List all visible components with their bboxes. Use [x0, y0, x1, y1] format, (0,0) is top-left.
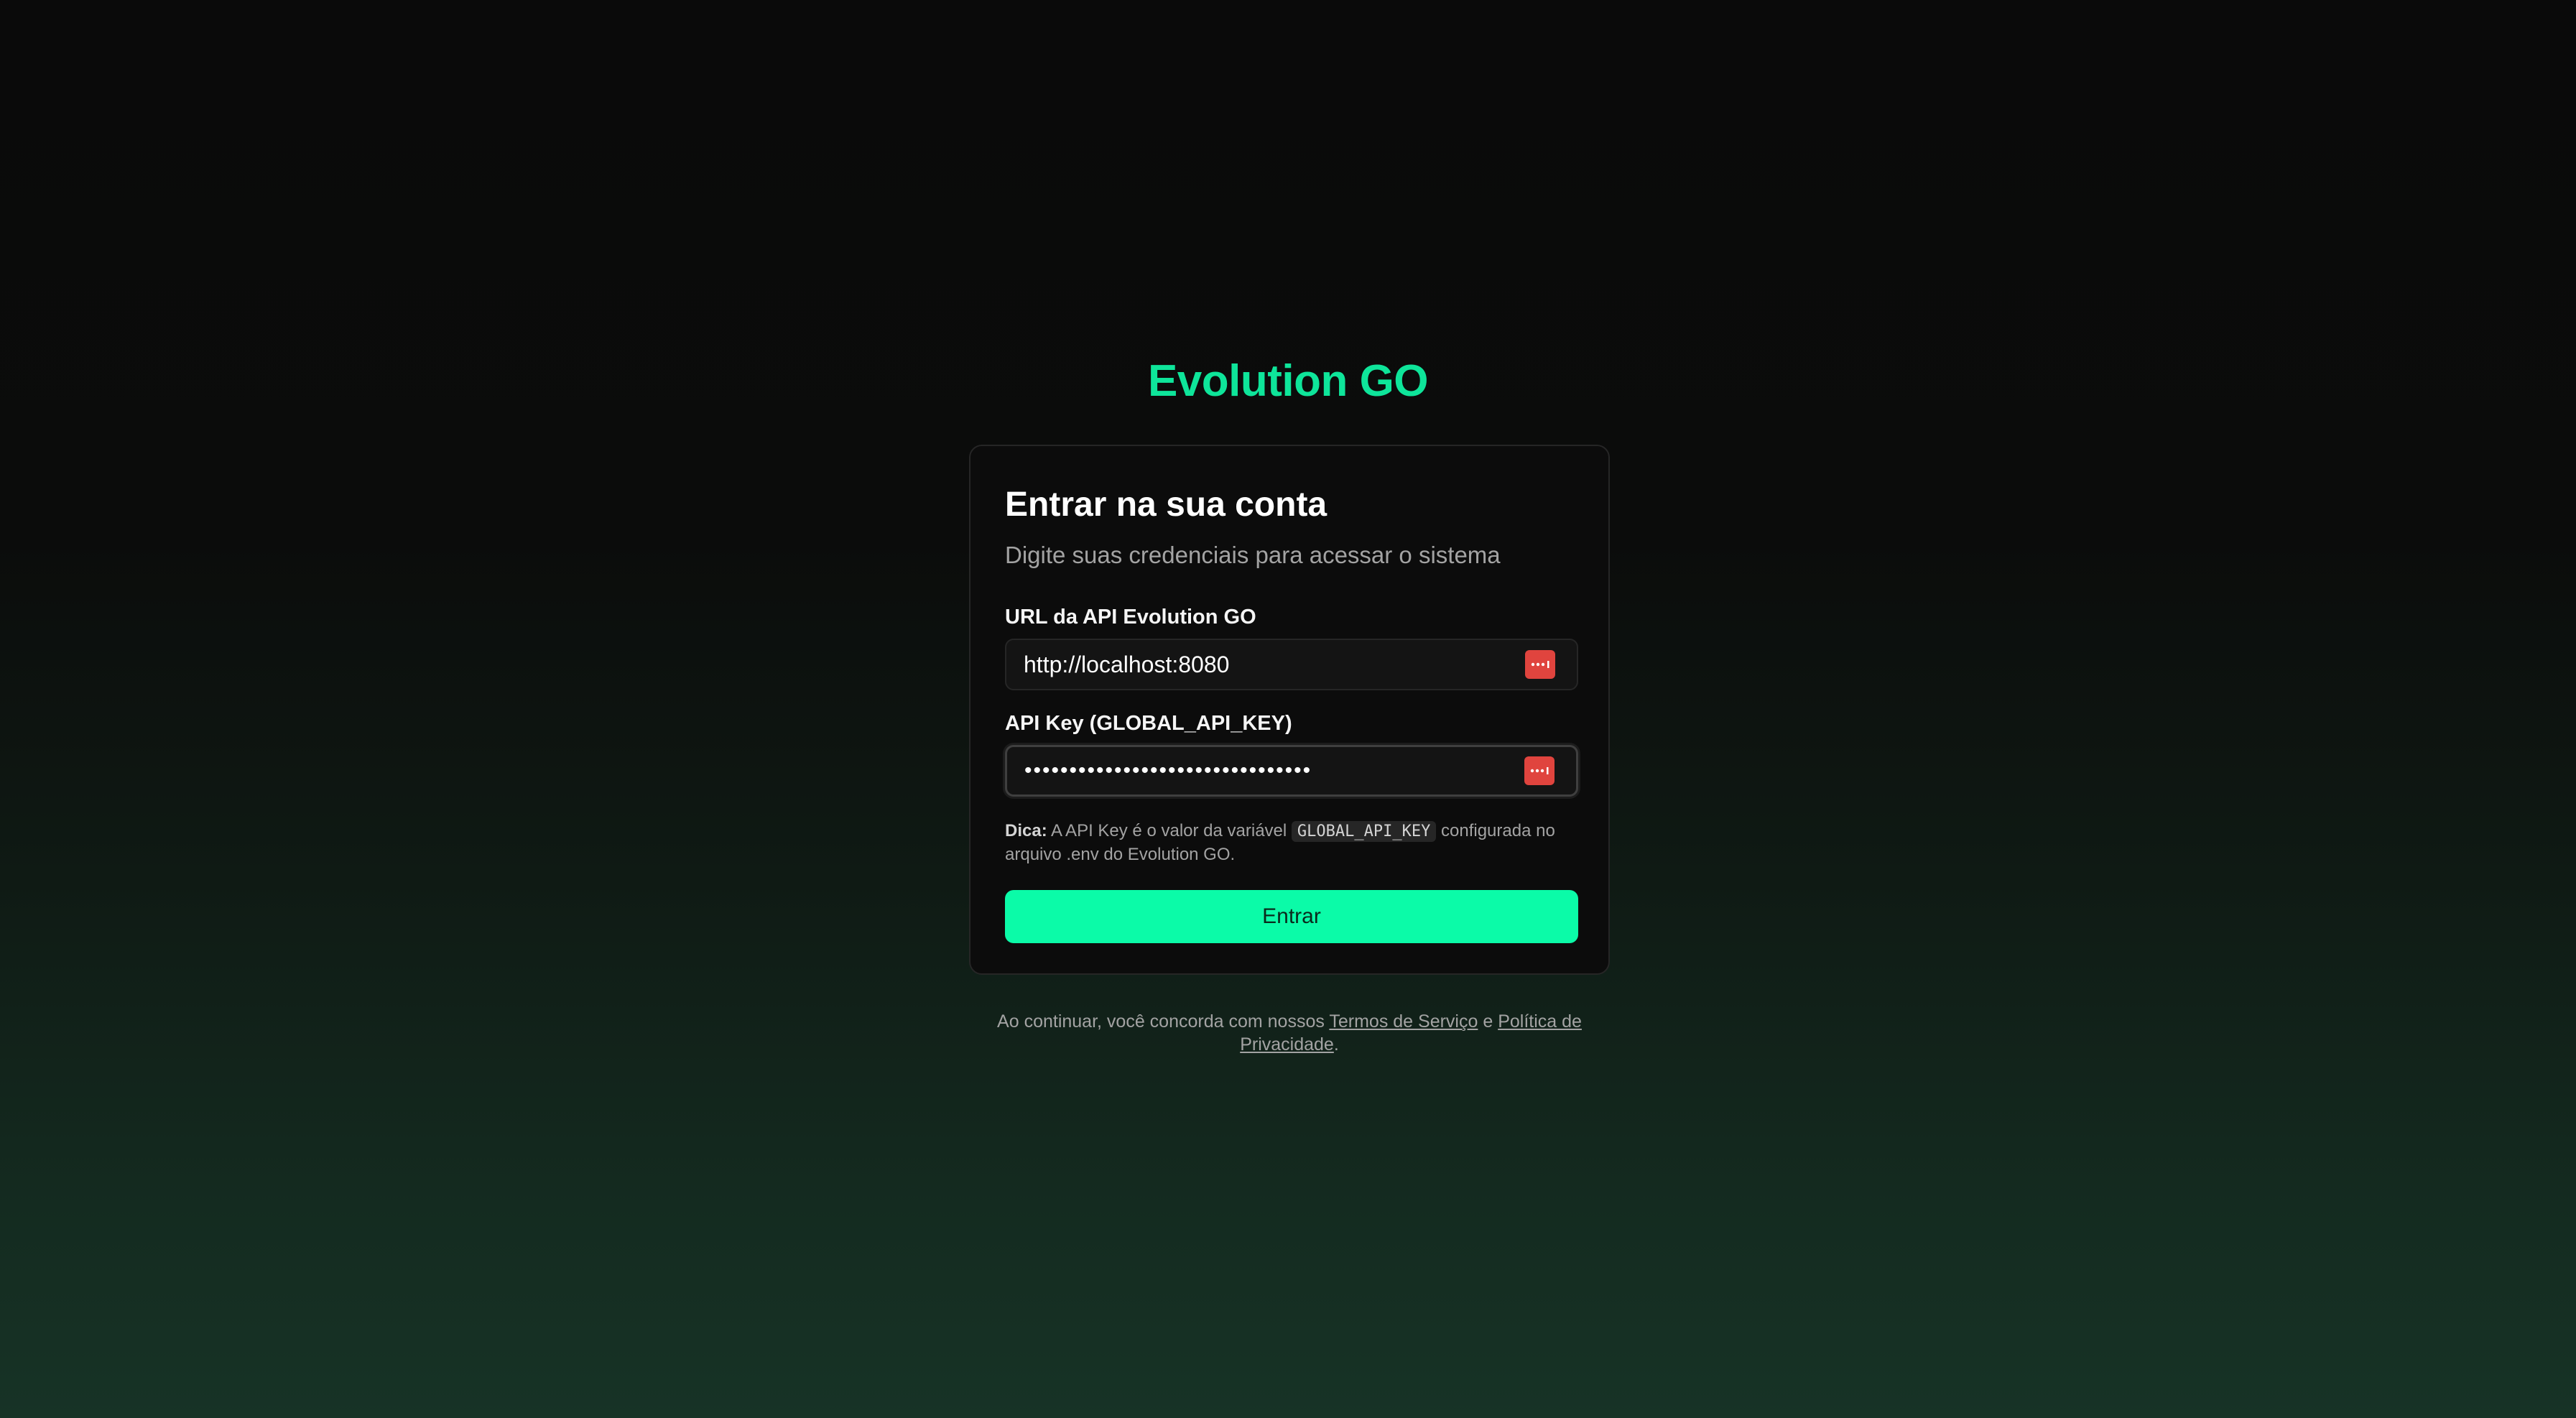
hint-prefix: Dica: [1005, 821, 1047, 840]
login-submit-button[interactable]: Entrar [1005, 890, 1578, 943]
url-field-label: URL da API Evolution GO [1005, 606, 1256, 629]
app-brand-title: Evolution GO [1147, 356, 1429, 406]
card-subtitle: Digite suas credenciais para acessar o s… [1005, 542, 1501, 568]
terms-of-service-link[interactable]: Termos de Serviço [1329, 1011, 1478, 1032]
api-key-field-label: API Key (GLOBAL_API_KEY) [1005, 712, 1292, 735]
hint-text-before: A API Key é o valor da variável [1047, 821, 1292, 840]
footer-text-before: Ao continuar, você concorda com nossos [997, 1011, 1330, 1032]
card-title: Entrar na sua conta [1005, 486, 1328, 524]
footer-text-after: . [1333, 1034, 1339, 1055]
api-key-hint: Dica: A API Key é o valor da variável GL… [1005, 820, 1587, 866]
legal-footer: Ao continuar, você concorda com nossos T… [969, 1010, 1610, 1056]
password-manager-icon[interactable] [1525, 650, 1555, 679]
login-card: Entrar na sua conta Digite suas credenci… [969, 445, 1610, 975]
password-manager-icon[interactable] [1524, 756, 1555, 785]
footer-conjunction: e [1478, 1011, 1498, 1032]
api-url-input[interactable] [1006, 640, 1509, 689]
api-key-field-container [1005, 745, 1578, 797]
hint-env-variable-code: GLOBAL_API_KEY [1291, 821, 1437, 842]
url-field-container [1005, 639, 1578, 690]
api-key-input[interactable] [1007, 747, 1510, 794]
